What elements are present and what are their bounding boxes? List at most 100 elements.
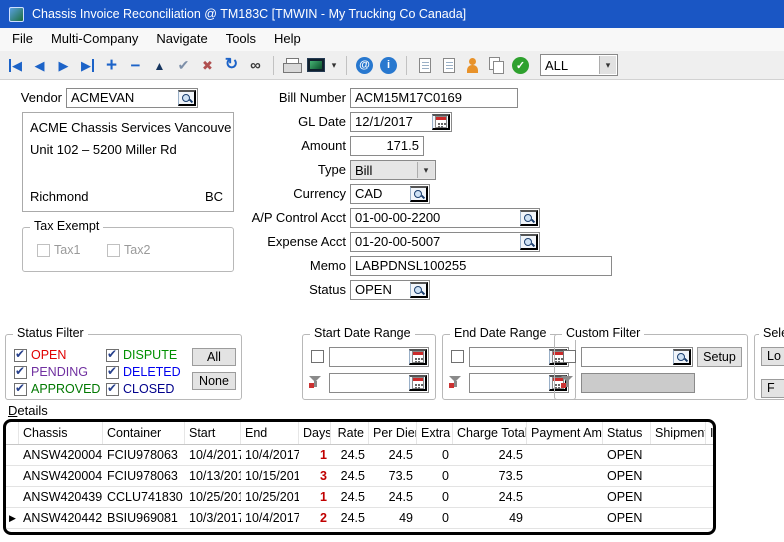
table-row[interactable]: ANSW420439CCLU74183010/25/201710/25/2017… <box>6 487 713 508</box>
notes-button[interactable] <box>413 54 436 77</box>
menu-item-multi-company[interactable]: Multi-Company <box>42 28 147 51</box>
remote-view-dropdown[interactable] <box>328 54 340 77</box>
pending-checkbox[interactable] <box>14 366 27 379</box>
expense-acct-lookup-button[interactable] <box>520 234 538 250</box>
cancel-edit-button[interactable] <box>196 54 219 77</box>
gl-date-label: GL Date <box>216 112 346 132</box>
menu-item-navigate[interactable]: Navigate <box>147 28 216 51</box>
find-button[interactable]: F <box>761 379 784 398</box>
plus-icon <box>106 56 117 75</box>
column-header-shipment-bi[interactable]: Shipment Bi <box>651 422 706 444</box>
none-button[interactable]: None <box>192 372 236 390</box>
select-group-title: Sele <box>759 326 784 340</box>
cell-extra: 0 <box>417 487 453 507</box>
gl-date-calendar-button[interactable] <box>432 114 450 130</box>
column-header-extra[interactable]: Extra <box>417 422 453 444</box>
gl-date-input[interactable]: 12/1/2017 <box>350 112 452 132</box>
copy-button[interactable] <box>485 54 508 77</box>
link-button[interactable] <box>244 54 267 77</box>
ap-acct-lookup-button[interactable] <box>520 210 538 226</box>
closed-checkbox[interactable] <box>106 383 119 396</box>
edit-record-button[interactable] <box>148 54 171 77</box>
column-header-charge-total[interactable]: Charge Total <box>453 422 527 444</box>
first-record-button[interactable] <box>4 54 27 77</box>
delete-record-button[interactable] <box>124 54 147 77</box>
title-bar[interactable]: Chassis Invoice Reconciliation @ TM183C … <box>0 0 784 28</box>
column-header-per-diem[interactable]: Per Diem <box>369 422 417 444</box>
expense-acct-value: 01-20-00-5007 <box>355 234 440 249</box>
tax2-checkbox[interactable] <box>107 244 120 257</box>
status-input[interactable]: OPEN <box>350 280 430 300</box>
memo-input[interactable]: LABPDNSL100255 <box>350 256 612 276</box>
type-combobox[interactable]: Bill <box>350 160 436 180</box>
custom-filter-input[interactable] <box>581 347 693 367</box>
users-button[interactable] <box>461 54 484 77</box>
record-filter-combobox[interactable]: ALL <box>540 54 618 76</box>
post-edit-button[interactable] <box>172 54 195 77</box>
record-filter-value: ALL <box>545 58 568 73</box>
open-checkbox[interactable] <box>14 349 27 362</box>
row-marker <box>6 445 19 465</box>
locate-button[interactable]: Lo <box>761 347 784 366</box>
custom-filter-checkbox[interactable] <box>563 350 576 363</box>
setup-button[interactable]: Setup <box>697 347 742 367</box>
cell-extra: 0 <box>417 466 453 486</box>
last-record-button[interactable] <box>76 54 99 77</box>
info-button[interactable]: i <box>377 54 400 77</box>
custom-filter-lookup-button[interactable] <box>673 349 691 365</box>
column-header-payment-amt[interactable]: Payment Amt <box>527 422 603 444</box>
magnifier-icon <box>181 93 192 104</box>
vendor-input[interactable]: ACMEVAN <box>66 88 198 108</box>
bill-number-input[interactable]: ACM15M17C0169 <box>350 88 518 108</box>
column-header-inv[interactable]: Inv <box>706 422 716 444</box>
menu-item-tools[interactable]: Tools <box>217 28 265 51</box>
remote-view-button[interactable] <box>304 54 327 77</box>
menu-item-file[interactable]: File <box>3 28 42 51</box>
type-dropdown-button[interactable] <box>417 162 434 178</box>
insert-record-button[interactable] <box>100 54 123 77</box>
column-header-start[interactable]: Start <box>185 422 241 444</box>
open-checkbox-label: OPEN <box>31 348 66 362</box>
dispute-checkbox[interactable] <box>106 349 119 362</box>
start-date-filter-checkbox[interactable] <box>311 350 324 363</box>
column-header-end[interactable]: End <box>241 422 299 444</box>
end-date-filter-checkbox[interactable] <box>451 350 464 363</box>
tax1-checkbox[interactable] <box>37 244 50 257</box>
magnifier-icon <box>413 285 424 296</box>
refresh-button[interactable] <box>220 54 243 77</box>
table-row[interactable]: ANSW420004FCIU97806310/4/201710/4/201712… <box>6 445 713 466</box>
cell-per-diem: 24.5 <box>369 487 417 507</box>
vendor-lookup-button[interactable] <box>178 90 196 106</box>
menu-item-help[interactable]: Help <box>265 28 310 51</box>
approved-checkbox[interactable] <box>14 383 27 396</box>
currency-lookup-button[interactable] <box>410 186 428 202</box>
column-header-container[interactable]: Container <box>103 422 185 444</box>
table-row[interactable]: ▶ANSW420442BSIU96908110/3/201710/4/20172… <box>6 508 713 529</box>
status-lookup-button[interactable] <box>410 282 428 298</box>
column-header-rate[interactable]: Rate <box>331 422 369 444</box>
print-button[interactable] <box>280 54 303 77</box>
next-record-button[interactable] <box>52 54 75 77</box>
start-date-to-input[interactable] <box>329 373 429 393</box>
details-table: ChassisContainerStartEndDaysRatePer Diem… <box>6 422 713 529</box>
menu-bar: FileMulti-CompanyNavigateToolsHelp <box>0 28 784 51</box>
column-header-status[interactable]: Status <box>603 422 651 444</box>
start-from-calendar-button[interactable] <box>409 349 427 365</box>
combo-dropdown-button[interactable] <box>599 56 616 74</box>
approve-button[interactable]: ✓ <box>509 54 532 77</box>
deleted-checkbox[interactable] <box>106 366 119 379</box>
column-header-chassis[interactable]: Chassis <box>19 422 103 444</box>
expense-acct-input[interactable]: 01-20-00-5007 <box>350 232 540 252</box>
attachments-button[interactable] <box>437 54 460 77</box>
email-button[interactable]: @ <box>353 54 376 77</box>
closed-checkbox-label: CLOSED <box>123 382 174 396</box>
all-button[interactable]: All <box>192 348 236 366</box>
currency-input[interactable]: CAD <box>350 184 430 204</box>
amount-input[interactable]: 171.5 <box>350 136 424 156</box>
ap-control-acct-input[interactable]: 01-00-00-2200 <box>350 208 540 228</box>
column-header-days[interactable]: Days <box>299 422 331 444</box>
table-row[interactable]: ANSW420004FCIU97806310/13/201710/15/2017… <box>6 466 713 487</box>
start-date-from-input[interactable] <box>329 347 429 367</box>
start-to-calendar-button[interactable] <box>409 375 427 391</box>
previous-record-button[interactable] <box>28 54 51 77</box>
